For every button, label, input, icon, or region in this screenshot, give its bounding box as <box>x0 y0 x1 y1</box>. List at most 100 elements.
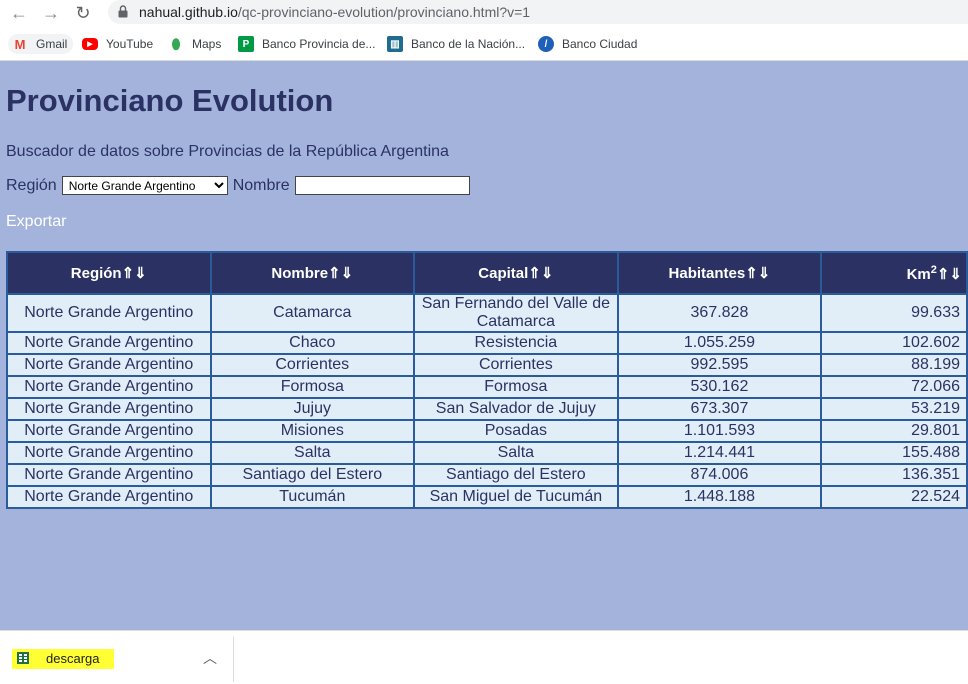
column-header-habitantes[interactable]: Habitantes⇑⇓ <box>616 251 823 295</box>
cell-habitantes: 992.595 <box>616 353 823 377</box>
table-row: Norte Grande Argentino Chaco Resistencia 1.… <box>6 331 968 355</box>
cell-nombre: Santiago del Estero <box>209 463 416 487</box>
km-label: Km <box>906 265 931 283</box>
bookmark-label: Banco Ciudad <box>562 37 638 51</box>
page-subtitle: Buscador de datos sobre Provincias de la… <box>6 143 449 160</box>
table-body: Norte Grande Argentino Catamarca San Ferna… <box>6 293 968 509</box>
download-filename: descarga <box>46 651 100 666</box>
download-bar: descarga ︿ <box>0 630 968 684</box>
cell-capital: Posadas <box>413 419 619 443</box>
cell-nombre: Catamarca <box>209 293 416 333</box>
forward-arrow-icon[interactable]: → <box>40 2 62 24</box>
cell-habitantes: 367.828 <box>616 293 823 333</box>
region-label: Región <box>6 176 57 194</box>
column-header-region[interactable]: Región⇑⇓ <box>6 251 212 295</box>
bookmark-label: YouTube <box>106 37 154 51</box>
cell-region: Norte Grande Argentino <box>6 375 212 399</box>
bookmark-youtube[interactable]: ▶ YouTube <box>82 34 153 54</box>
cell-capital: San Miguel de Tucumán <box>413 485 619 509</box>
banco-nacion-icon: ▥ <box>387 36 403 52</box>
cell-habitantes: 1.055.259 <box>616 331 823 355</box>
url-text: nahual.github.io/qc-provinciano-evolutio… <box>139 4 530 20</box>
cell-capital: Formosa <box>413 375 619 399</box>
table-row: Norte Grande Argentino Santiago del Ester… <box>6 463 968 487</box>
table-row: Norte Grande Argentino Salta Salta 1.214.44… <box>6 441 968 465</box>
cell-capital: San Salvador de Jujuy <box>413 397 619 421</box>
bookmark-banco-ciudad[interactable]: / Banco Ciudad <box>538 34 637 54</box>
cell-region: Norte Grande Argentino <box>6 331 212 355</box>
cell-km2: 136.351 <box>820 463 968 487</box>
bookmark-gmail[interactable]: M Gmail <box>8 34 74 54</box>
sort-arrows: ⇑⇓ <box>936 265 962 283</box>
name-label: Nombre <box>232 176 290 194</box>
chevron-up-icon[interactable]: ︿ <box>203 648 217 668</box>
url-path: /qc-provinciano-evolution/provinciano.ht… <box>237 4 531 20</box>
banco-provincia-icon: P <box>238 36 254 52</box>
cell-region: Norte Grande Argentino <box>6 419 212 443</box>
table-row: Norte Grande Argentino Catamarca San Ferna… <box>6 293 968 333</box>
provinces-table: Región⇑⇓ Nombre⇑⇓ Capital⇑⇓ Habitantes⇑⇓… <box>6 251 968 509</box>
cell-km2: 88.199 <box>820 353 968 377</box>
cell-km2: 29.801 <box>820 419 968 443</box>
cell-nombre: Jujuy <box>209 397 416 421</box>
table-row: Norte Grande Argentino Tucumán San Miguel … <box>6 485 968 509</box>
cell-km2: 99.633 <box>820 293 968 333</box>
download-divider <box>233 637 234 682</box>
bookmarks-bar: M Gmail ▶ YouTube ⬮ Maps P Banco Provincia d… <box>0 30 968 58</box>
filters-row: Región Norte Grande Argentino Nombre <box>6 176 470 195</box>
gmail-icon: M <box>14 36 26 52</box>
table-row: Norte Grande Argentino Corrientes Corrient… <box>6 353 968 377</box>
cell-km2: 53.219 <box>820 397 968 421</box>
cell-habitantes: 1.448.188 <box>616 485 823 509</box>
cell-capital: Salta <box>413 441 619 465</box>
table-row: Norte Grande Argentino Jujuy San Salvador … <box>6 397 968 421</box>
column-header-km2[interactable]: Km2⇑⇓ <box>820 251 968 295</box>
cell-habitantes: 530.162 <box>616 375 823 399</box>
cell-capital: Santiago del Estero <box>413 463 619 487</box>
youtube-icon: ▶ <box>82 38 98 50</box>
cell-km2: 72.066 <box>820 375 968 399</box>
bookmark-label: Banco Provincia de... <box>262 37 376 51</box>
cell-region: Norte Grande Argentino <box>6 441 212 465</box>
bookmark-label: Maps <box>192 37 222 51</box>
cell-km2: 102.602 <box>820 331 968 355</box>
download-item[interactable]: descarga <box>12 649 114 669</box>
bookmark-banco-nacion[interactable]: ▥ Banco de la Nación... <box>387 34 525 54</box>
table-row: Norte Grande Argentino Misiones Posadas 1.1… <box>6 419 968 443</box>
cell-region: Norte Grande Argentino <box>6 353 212 377</box>
region-select[interactable]: Norte Grande Argentino <box>61 176 228 195</box>
bookmark-label: Banco de la Nación... <box>411 37 526 51</box>
address-bar[interactable]: nahual.github.io/qc-provinciano-evolutio… <box>108 0 968 24</box>
cell-habitantes: 1.101.593 <box>616 419 823 443</box>
cell-capital: Corrientes <box>413 353 619 377</box>
cell-nombre: Tucumán <box>209 485 416 509</box>
url-host: nahual.github.io <box>139 4 238 20</box>
cell-capital: Resistencia <box>413 331 619 355</box>
cell-km2: 22.524 <box>820 485 968 509</box>
page-title: Provinciano Evolution <box>6 83 334 118</box>
cell-nombre: Misiones <box>209 419 416 443</box>
cell-habitantes: 673.307 <box>616 397 823 421</box>
column-header-capital[interactable]: Capital⇑⇓ <box>413 251 619 295</box>
reload-icon[interactable]: ↻ <box>72 2 94 24</box>
export-link[interactable]: Exportar <box>6 213 66 231</box>
cell-km2: 155.488 <box>820 441 968 465</box>
maps-icon: ⬮ <box>171 35 181 52</box>
bookmark-maps[interactable]: ⬮ Maps <box>168 34 222 54</box>
cell-nombre: Chaco <box>209 331 416 355</box>
browser-toolbar: ← → ↻ nahual.github.io/qc-provinciano-ev… <box>0 0 968 26</box>
back-arrow-icon[interactable]: ← <box>8 2 30 24</box>
cell-region: Norte Grande Argentino <box>6 293 212 333</box>
cell-nombre: Salta <box>209 441 416 465</box>
cell-capital: San Fernando del Valle de Catamarca <box>413 293 619 333</box>
cell-habitantes: 874.006 <box>616 463 823 487</box>
bookmark-banco-provincia[interactable]: P Banco Provincia de... <box>238 34 375 54</box>
cell-region: Norte Grande Argentino <box>6 397 212 421</box>
cell-nombre: Formosa <box>209 375 416 399</box>
bookmark-label: Gmail <box>36 37 68 51</box>
name-input[interactable] <box>294 176 470 195</box>
column-header-nombre[interactable]: Nombre⇑⇓ <box>209 251 416 295</box>
table-header-row: Región⇑⇓ Nombre⇑⇓ Capital⇑⇓ Habitantes⇑⇓… <box>6 251 968 295</box>
lock-icon <box>118 5 128 18</box>
spreadsheet-file-icon <box>17 652 29 664</box>
